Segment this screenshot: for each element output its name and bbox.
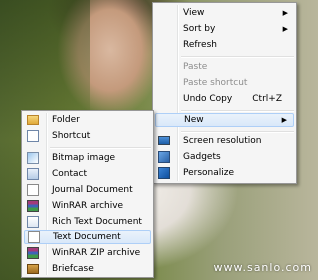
- briefcase-icon: [27, 264, 39, 274]
- contact-icon: [27, 168, 39, 180]
- submenu-item-contact[interactable]: Contact: [22, 167, 151, 181]
- submenu-item-journal-document[interactable]: Journal Document: [22, 183, 151, 197]
- menu-item-label: Paste: [183, 62, 208, 72]
- menu-separator: [50, 147, 151, 149]
- menu-item-label: Contact: [52, 169, 88, 179]
- menu-item-label: Journal Document: [52, 185, 133, 195]
- menu-item-label: Bitmap image: [52, 153, 116, 163]
- menu-item-undo-copy[interactable]: Undo Copy Ctrl+Z: [153, 92, 294, 106]
- menu-item-paste-shortcut[interactable]: Paste shortcut: [153, 76, 294, 90]
- shortcut-icon: [27, 130, 39, 142]
- folder-icon: [27, 115, 39, 125]
- journal-icon: [27, 184, 39, 196]
- menu-item-label: WinRAR ZIP archive: [52, 248, 141, 258]
- gadgets-icon: [158, 151, 170, 163]
- desktop-context-menu: View ▶ Sort by ▶ Refresh Paste Paste sho…: [152, 2, 297, 184]
- menu-item-label: Personalize: [183, 168, 235, 178]
- menu-item-paste[interactable]: Paste: [153, 60, 294, 74]
- submenu-item-shortcut[interactable]: Shortcut: [22, 129, 151, 143]
- menu-item-label: Sort by: [183, 24, 216, 34]
- menu-item-label: Rich Text Document: [52, 217, 142, 227]
- winrar-icon: [27, 200, 39, 212]
- submenu-arrow-icon: ▶: [282, 9, 288, 17]
- new-submenu: Folder Shortcut Bitmap image Contact Jou…: [21, 110, 154, 278]
- menu-separator: [181, 110, 294, 112]
- menu-item-label: View: [183, 8, 205, 18]
- menu-item-label: WinRAR archive: [52, 201, 124, 211]
- submenu-arrow-icon: ▶: [282, 25, 288, 33]
- menu-item-personalize[interactable]: Personalize: [153, 166, 294, 180]
- menu-item-label: Text Document: [53, 232, 121, 242]
- menu-item-label: Gadgets: [183, 152, 221, 162]
- watermark: www.sanlo.com: [213, 261, 312, 274]
- menu-item-shortcut: Ctrl+Z: [252, 94, 282, 104]
- menu-separator: [181, 131, 294, 133]
- menu-item-label: Shortcut: [52, 131, 91, 141]
- menu-item-label: Undo Copy: [183, 94, 233, 104]
- menu-item-view[interactable]: View ▶: [153, 6, 294, 20]
- menu-item-label: Folder: [52, 115, 80, 125]
- personalize-icon: [158, 167, 170, 179]
- submenu-arrow-icon: ▶: [281, 116, 287, 124]
- screen-resolution-icon: [158, 136, 170, 145]
- menu-separator: [181, 56, 294, 58]
- menu-item-label: Screen resolution: [183, 136, 262, 146]
- submenu-item-text-document[interactable]: Text Document: [24, 230, 151, 244]
- submenu-item-winrar-zip-archive[interactable]: WinRAR ZIP archive: [22, 246, 151, 260]
- menu-item-screen-resolution[interactable]: Screen resolution: [153, 134, 294, 148]
- menu-item-label: New: [184, 115, 204, 125]
- rtf-icon: [27, 216, 39, 228]
- submenu-item-bitmap-image[interactable]: Bitmap image: [22, 151, 151, 165]
- submenu-item-rich-text-document[interactable]: Rich Text Document: [22, 215, 151, 229]
- menu-item-label: Briefcase: [52, 264, 94, 274]
- menu-item-new[interactable]: New ▶: [155, 113, 294, 127]
- menu-item-gadgets[interactable]: Gadgets: [153, 150, 294, 164]
- menu-item-refresh[interactable]: Refresh: [153, 38, 294, 52]
- menu-item-label: Refresh: [183, 40, 217, 50]
- submenu-item-briefcase[interactable]: Briefcase: [22, 262, 151, 276]
- bitmap-icon: [27, 152, 39, 164]
- submenu-item-folder[interactable]: Folder: [22, 113, 151, 127]
- submenu-item-winrar-archive[interactable]: WinRAR archive: [22, 199, 151, 213]
- winrar-zip-icon: [27, 247, 39, 259]
- text-document-icon: [28, 231, 40, 243]
- menu-item-sort-by[interactable]: Sort by ▶: [153, 22, 294, 36]
- menu-item-label: Paste shortcut: [183, 78, 248, 88]
